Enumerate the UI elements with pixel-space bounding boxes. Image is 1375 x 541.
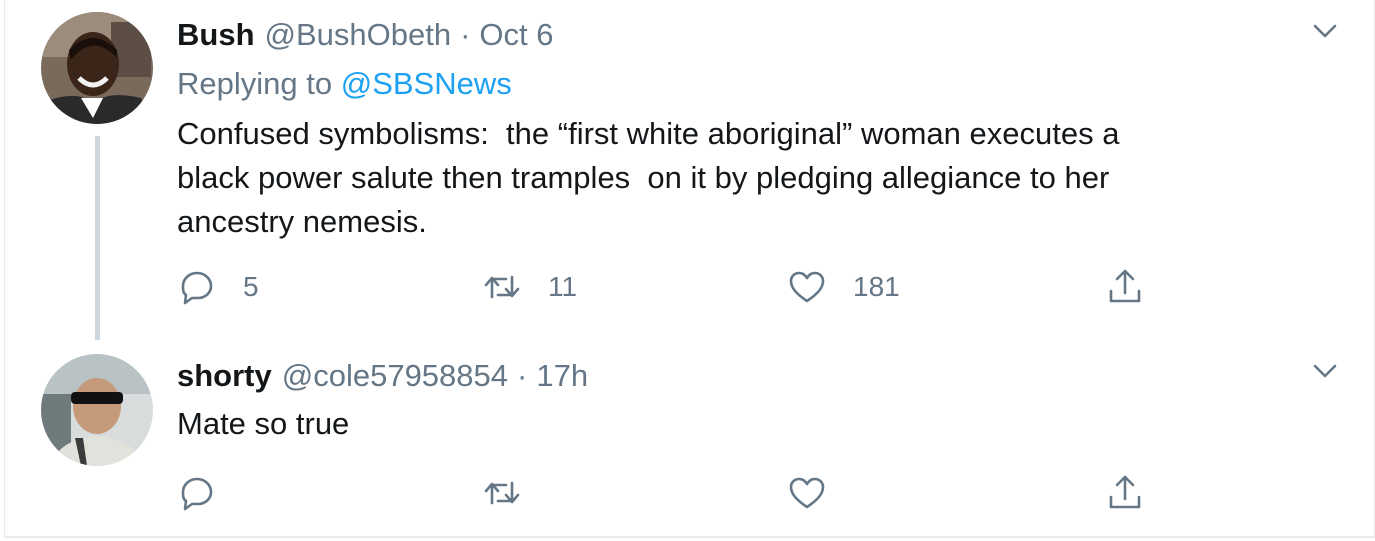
reply-button[interactable] (177, 468, 217, 518)
thread-line (95, 136, 100, 340)
user-handle[interactable]: @cole57958854 (282, 354, 508, 398)
replying-to-link[interactable]: @SBSNews (341, 66, 512, 101)
display-name[interactable]: Bush (177, 13, 255, 57)
timestamp[interactable]: Oct 6 (479, 13, 553, 57)
separator: · (460, 17, 471, 52)
share-button[interactable] (1105, 468, 1145, 518)
replying-prefix: Replying to (177, 66, 333, 101)
retweet-icon (484, 275, 520, 299)
avatar[interactable] (41, 354, 153, 466)
separator: · (517, 358, 528, 393)
tweet-text: Mate so true (177, 406, 350, 441)
share-icon (1109, 269, 1141, 303)
tweet-header: shorty @cole57958854 · 17h (177, 354, 588, 398)
reply-count: 5 (243, 271, 259, 302)
share-icon (1109, 475, 1141, 509)
retweet-button[interactable] (482, 468, 522, 518)
heart-icon (789, 271, 825, 303)
retweet-count: 11 (548, 271, 578, 302)
retweet-icon (484, 481, 520, 505)
tweet[interactable]: shorty @cole57958854 · 17h Mate so true (5, 340, 1375, 536)
tweet-text: Confused symbolisms: the “first white ab… (177, 116, 1120, 239)
timestamp[interactable]: 17h (536, 354, 588, 398)
timeline: Bush @BushObeth · Oct 6 Replying to @SBS… (4, 0, 1375, 538)
chevron-down-icon (1313, 24, 1337, 38)
tweet-header: Bush @BushObeth · Oct 6 (177, 13, 554, 57)
tweet-actions (177, 468, 1177, 518)
reply-icon (181, 271, 213, 305)
display-name[interactable]: shorty (177, 354, 272, 398)
user-handle[interactable]: @BushObeth (265, 13, 452, 57)
tweet-actions: 5 11 181 (177, 262, 1177, 312)
like-count: 181 (853, 271, 900, 302)
replying-to: Replying to @SBSNews (177, 62, 512, 106)
tweet[interactable]: Bush @BushObeth · Oct 6 Replying to @SBS… (5, 0, 1375, 340)
reply-button[interactable]: 5 (177, 262, 259, 312)
avatar[interactable] (41, 12, 153, 124)
more-options-button[interactable] (1310, 356, 1340, 386)
share-button[interactable] (1105, 262, 1145, 312)
more-options-button[interactable] (1310, 16, 1340, 46)
heart-icon (789, 477, 825, 509)
retweet-button[interactable]: 11 (482, 262, 577, 312)
like-button[interactable]: 181 (787, 262, 900, 312)
like-button[interactable] (787, 468, 827, 518)
chevron-down-icon (1313, 364, 1337, 378)
reply-icon (181, 477, 213, 511)
